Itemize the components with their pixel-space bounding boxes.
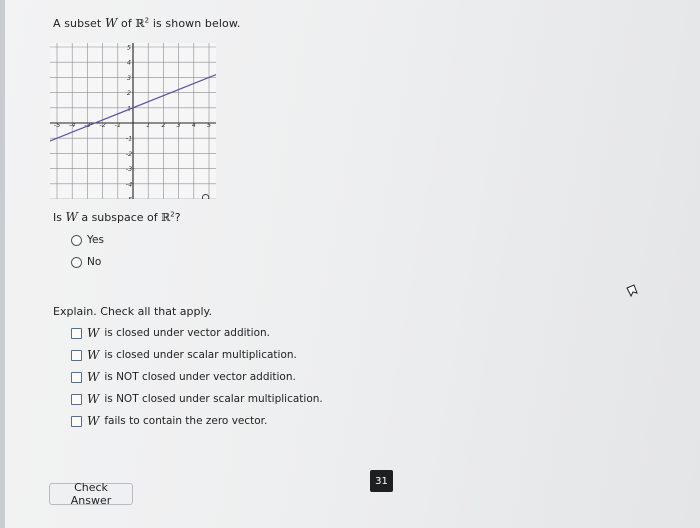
y-tick-label: -3 [126,165,132,173]
question-title: A subset W of ℝ2 is shown below. [53,16,241,30]
x-tick-label: -4 [69,121,75,129]
title-mid: of [120,17,132,30]
check-item-no-zero-vector[interactable]: W fails to contain the zero vector. [71,414,267,428]
subspace-question: Is W a subspace of ℝ2? [53,210,181,224]
y-tick-label: 5 [127,44,131,52]
check-item-closed-scalar[interactable]: W is closed under scalar multiplication. [71,348,297,362]
x-tick-label: -1 [115,121,121,129]
checkbox-no-zero-vector[interactable] [71,415,82,427]
radio-yes[interactable] [71,234,82,246]
x-tick-label: -2 [99,121,105,129]
graph-svg: -5-4-3-2-11234554321-1-2-3-4-5 [50,43,216,199]
y-tick-label: -4 [126,180,132,188]
check-label: is NOT closed under vector addition. [104,371,296,383]
checkbox-not-closed-addition[interactable] [71,371,82,383]
check-label: is closed under vector addition. [104,327,270,339]
x-tick-label: 1 [146,121,150,129]
check-label: is NOT closed under scalar multiplicatio… [104,393,323,405]
check-label: fails to contain the zero vector. [104,415,268,427]
title-var: W [104,16,118,30]
check-var: W [87,392,100,406]
y-tick-label: -2 [126,150,132,158]
checkbox-closed-scalar[interactable] [71,349,82,361]
sub-suffix: ? [174,211,181,224]
sub-prefix: Is [53,211,62,224]
checkbox-closed-addition[interactable] [71,327,82,339]
option-no-label: No [87,256,102,268]
y-tick-label: -5 [126,196,132,200]
check-item-not-closed-addition[interactable]: W is NOT closed under vector addition. [71,370,296,384]
sub-mid: a subspace of [81,211,158,224]
y-tick-label: 2 [127,89,131,97]
checkbox-not-closed-scalar[interactable] [71,393,82,405]
check-answer-button[interactable]: Check Answer [49,481,133,507]
check-var: W [87,348,100,362]
left-edge-shadow [0,0,5,528]
x-tick-label: -5 [54,121,60,129]
radio-no[interactable] [71,256,82,268]
option-yes[interactable]: Yes [71,234,104,246]
sub-var: W [65,210,78,224]
y-tick-label: 3 [127,74,131,82]
x-tick-label: 3 [177,121,181,129]
title-prefix: A subset [53,17,102,30]
check-var: W [87,414,100,428]
check-item-not-closed-scalar[interactable]: W is NOT closed under scalar multiplicat… [71,392,323,406]
subset-graph: -5-4-3-2-11234554321-1-2-3-4-5 [50,43,216,199]
y-tick-label: 4 [127,59,131,67]
sub-space: ℝ [161,211,171,224]
title-space: ℝ [135,17,145,30]
option-yes-label: Yes [87,234,104,246]
x-tick-label: 4 [192,121,196,129]
mouse-cursor-icon [626,284,638,298]
check-var: W [87,370,100,384]
check-item-closed-addition[interactable]: W is closed under vector addition. [71,326,270,340]
check-label: is closed under scalar multiplication. [104,349,297,361]
title-exp: 2 [144,16,150,25]
title-suffix: is shown below. [152,17,241,30]
option-no[interactable]: No [71,256,101,268]
explain-prompt: Explain. Check all that apply. [53,305,212,318]
x-tick-label: 2 [161,121,165,129]
page-number-badge: 31 [370,470,393,492]
check-var: W [87,326,100,340]
y-tick-label: -1 [126,135,132,143]
x-tick-label: 5 [207,121,211,129]
